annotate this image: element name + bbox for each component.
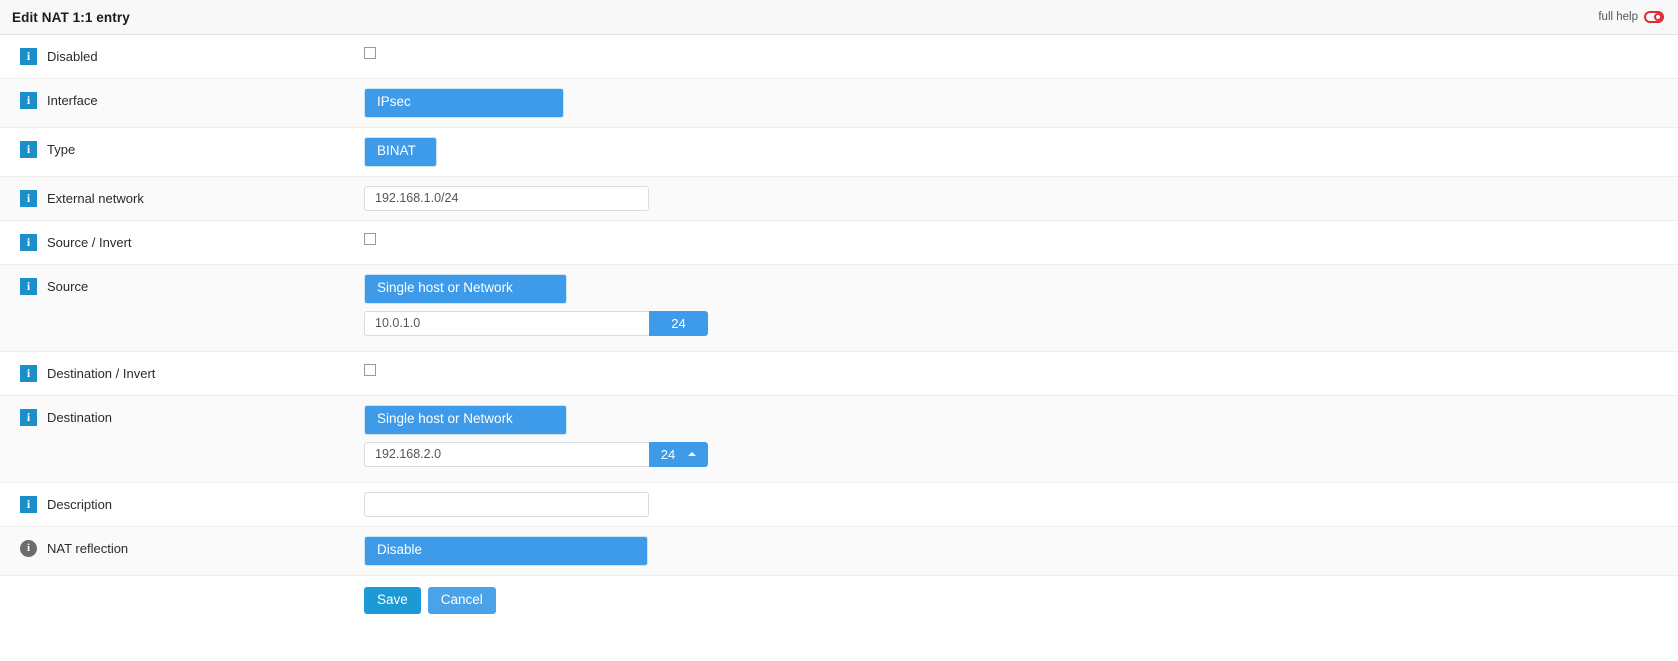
- info-icon[interactable]: i: [20, 495, 37, 513]
- control-col-destination-invert: [364, 352, 1678, 385]
- external-network-input[interactable]: [364, 185, 649, 211]
- form-row-source: i Source Single host or Network 24: [0, 264, 1678, 352]
- source-invert-checkbox[interactable]: [364, 232, 376, 245]
- control-col-type: BINAT: [364, 128, 1678, 176]
- form-row-source-invert: i Source / Invert: [0, 220, 1678, 265]
- field-label-source-invert: Source / Invert: [47, 234, 132, 250]
- destination-address-group: 24: [364, 441, 708, 467]
- form-row-interface: i Interface IPsec: [0, 79, 1678, 128]
- save-button[interactable]: Save: [364, 586, 421, 615]
- destination-invert-checkbox[interactable]: [364, 363, 376, 376]
- info-icon[interactable]: i: [20, 364, 37, 382]
- label-col-source: i Source: [0, 265, 364, 308]
- field-label-source: Source: [47, 278, 89, 294]
- full-help-label: full help: [1598, 11, 1638, 23]
- form-actions: Save Cancel: [0, 575, 1678, 615]
- info-icon[interactable]: i: [20, 189, 37, 207]
- label-col-type: i Type: [0, 128, 364, 171]
- label-col-destination: i Destination: [0, 396, 364, 439]
- destination-type-select[interactable]: Single host or Network: [364, 404, 567, 435]
- label-col-description: i Description: [0, 483, 364, 526]
- field-label-destination-invert: Destination / Invert: [47, 365, 156, 381]
- control-col-source-invert: [364, 221, 1678, 254]
- destination-cidr-select[interactable]: 24: [649, 441, 708, 467]
- description-input[interactable]: [364, 491, 649, 517]
- info-icon[interactable]: i: [20, 140, 37, 158]
- source-type-select[interactable]: Single host or Network: [364, 273, 567, 304]
- label-col-destination-invert: i Destination / Invert: [0, 352, 364, 395]
- form-row-description: i Description: [0, 482, 1678, 527]
- caret-up-icon: [688, 452, 697, 457]
- label-col-disabled: i Disabled: [0, 35, 364, 78]
- info-icon[interactable]: i: [20, 48, 37, 65]
- field-label-destination: Destination: [47, 409, 113, 425]
- info-icon[interactable]: i: [20, 408, 37, 426]
- form-row-destination-invert: i Destination / Invert: [0, 351, 1678, 396]
- info-circle-icon[interactable]: i: [20, 539, 37, 557]
- panel-header: Edit NAT 1:1 entry full help: [0, 0, 1678, 35]
- disabled-checkbox[interactable]: [364, 47, 376, 59]
- control-col-interface: IPsec: [364, 79, 1678, 127]
- control-col-description: [364, 483, 1678, 526]
- form-row-disabled: i Disabled: [0, 35, 1678, 79]
- source-address-input[interactable]: [364, 310, 649, 336]
- type-select[interactable]: BINAT: [364, 136, 437, 167]
- form-row-type: i Type BINAT: [0, 127, 1678, 177]
- source-cidr-value: 24: [671, 315, 686, 331]
- interface-select[interactable]: IPsec: [364, 88, 564, 118]
- field-label-type: Type: [47, 141, 76, 157]
- field-label-nat-reflection: NAT reflection: [47, 540, 129, 556]
- full-help-toggle[interactable]: full help: [1598, 11, 1664, 23]
- control-col-source: Single host or Network 24: [364, 265, 1678, 345]
- destination-address-input[interactable]: [364, 441, 649, 467]
- source-address-group: 24: [364, 310, 708, 336]
- label-col-interface: i Interface: [0, 79, 364, 122]
- form-row-destination: i Destination Single host or Network 24: [0, 395, 1678, 483]
- field-label-description: Description: [47, 496, 113, 512]
- page-title: Edit NAT 1:1 entry: [12, 9, 130, 25]
- field-label-disabled: Disabled: [47, 49, 98, 64]
- info-icon[interactable]: i: [20, 233, 37, 251]
- form-row-external-network: i External network: [0, 176, 1678, 221]
- toggle-off-icon[interactable]: [1644, 11, 1664, 23]
- destination-cidr-value: 24: [660, 446, 676, 462]
- control-col-destination: Single host or Network 24: [364, 396, 1678, 476]
- control-col-disabled: [364, 35, 1678, 68]
- control-col-external-network: [364, 177, 1678, 220]
- field-label-external-network: External network: [47, 190, 144, 206]
- label-col-external-network: i External network: [0, 177, 364, 220]
- info-icon[interactable]: i: [20, 277, 37, 295]
- label-col-nat-reflection: i NAT reflection: [0, 527, 364, 570]
- info-icon[interactable]: i: [20, 92, 37, 109]
- nat-reflection-select[interactable]: Disable: [364, 535, 648, 566]
- label-col-source-invert: i Source / Invert: [0, 221, 364, 264]
- form-row-nat-reflection: i NAT reflection Disable: [0, 526, 1678, 576]
- field-label-interface: Interface: [47, 93, 98, 108]
- cancel-button[interactable]: Cancel: [427, 586, 496, 615]
- source-cidr-select[interactable]: 24: [649, 310, 708, 336]
- control-col-nat-reflection: Disable: [364, 527, 1678, 575]
